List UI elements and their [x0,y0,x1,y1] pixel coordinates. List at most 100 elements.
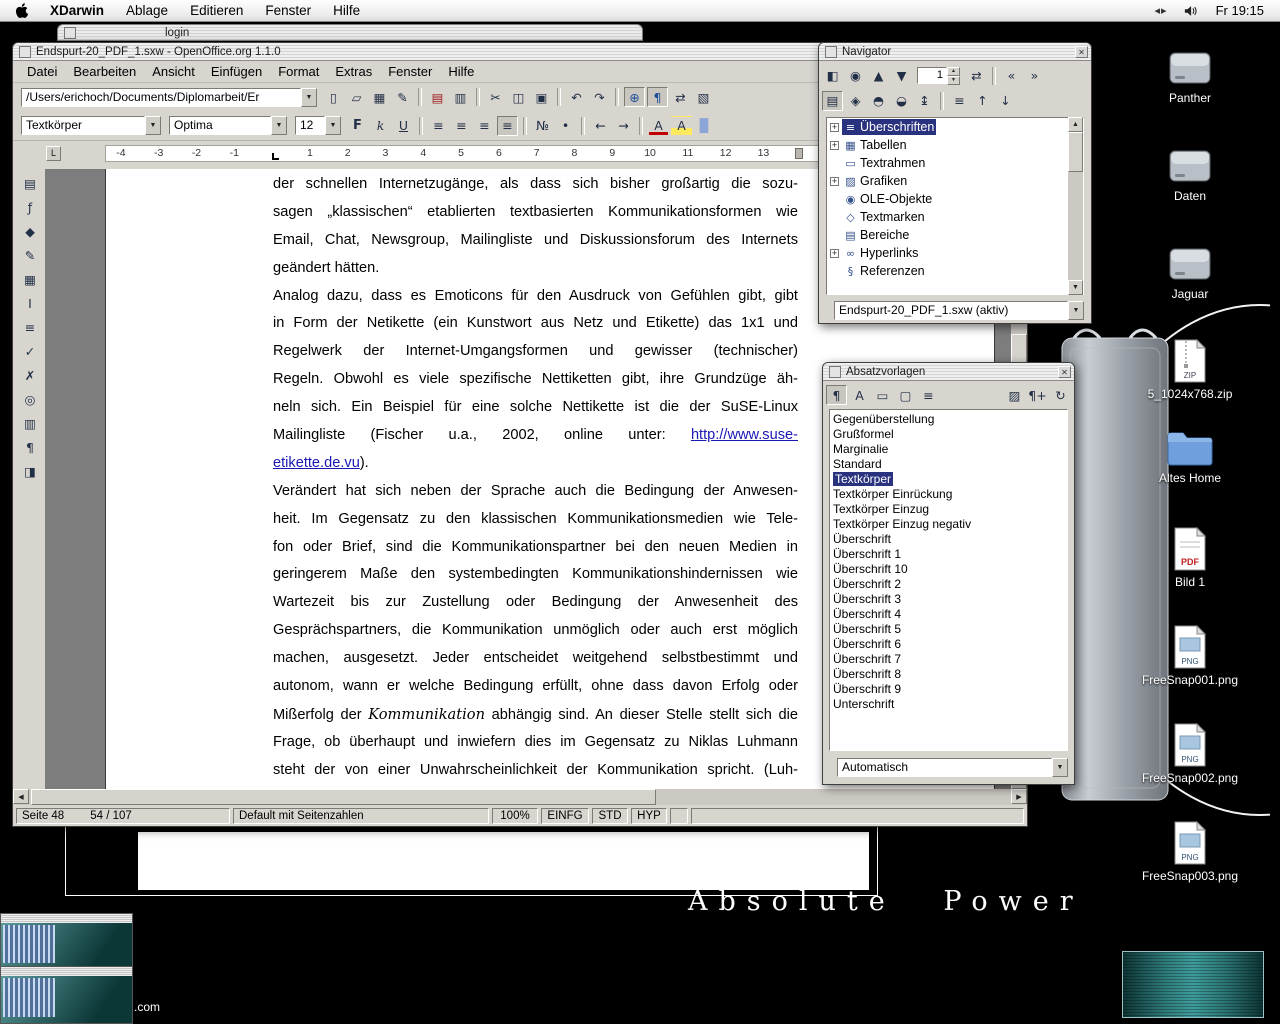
copy-icon[interactable]: ◫ [508,87,529,107]
insert-fields-icon[interactable]: ƒ [20,197,41,217]
footer-icon[interactable]: ◒ [891,91,912,111]
header-icon[interactable]: ◓ [868,91,889,111]
expander-icon[interactable] [830,249,839,258]
separator[interactable] [419,117,423,135]
font-size-dropdown-button[interactable]: ▼ [325,116,341,135]
move-down-icon[interactable]: ↓ [995,91,1016,111]
spellcheck-icon[interactable]: ✓ [20,341,41,361]
desktop-icon-jaguar[interactable]: Jaguar [1125,246,1255,301]
menu-item[interactable]: Fenster [265,3,311,18]
login-window-titlebar[interactable]: login [57,24,643,41]
align-right-icon[interactable]: ≡ [474,116,495,136]
paste-icon[interactable]: ▣ [531,87,552,107]
graphics-onoff-icon[interactable]: ◨ [20,461,41,481]
style-list-item[interactable]: Überschrift 3 [830,592,1067,607]
desktop-icon-panther[interactable]: Panther [1125,50,1255,105]
align-left-icon[interactable]: ≡ [428,116,449,136]
update-style-icon[interactable]: ↻ [1050,385,1071,405]
menu-item[interactable]: Editieren [190,3,243,18]
menu-item[interactable]: Datei [19,64,65,79]
horizontal-scrollbar[interactable]: ◀ ▶ [13,789,1027,805]
separator[interactable] [523,117,527,135]
status-insert-mode[interactable]: EINFG [541,808,589,824]
tree-item[interactable]: ▦ Tabellen [827,136,1083,154]
expander-icon[interactable] [830,177,839,186]
expander-icon[interactable] [830,123,839,132]
font-color-icon[interactable]: A [648,116,669,136]
style-list-item[interactable]: Überschrift 6 [830,637,1067,652]
spinner-down-icon[interactable]: ▼ [947,76,960,85]
menu-item[interactable]: Hilfe [440,64,482,79]
desktop-icon-daten[interactable]: Daten [1125,148,1255,203]
style-filter-dropdown-button[interactable]: ▼ [1052,758,1068,777]
menu-item[interactable]: Extras [327,64,380,79]
highlighting-icon[interactable]: A [671,116,692,136]
right-indent-marker[interactable] [795,148,803,159]
insert-objects-icon[interactable]: ◆ [20,221,41,241]
align-center-icon[interactable]: ≡ [451,116,472,136]
find-replace-icon[interactable]: ◎ [20,389,41,409]
menu-item[interactable]: XDarwin [50,3,104,18]
separator[interactable] [557,88,561,106]
style-list-item[interactable]: Standard [830,457,1067,472]
hyperlink[interactable]: http://www.suse- [691,427,798,443]
tree-item[interactable]: ∞ Hyperlinks [827,244,1083,262]
underline-icon[interactable]: U [393,116,414,136]
redo-icon[interactable]: ↷ [589,87,610,107]
close-icon[interactable] [1058,366,1071,378]
forward-icon[interactable]: ▼ [891,66,912,86]
back-icon[interactable]: ▲ [868,66,889,86]
volume-icon[interactable] [1184,4,1200,18]
paragraph-style-dropdown-button[interactable]: ▼ [145,116,161,135]
status-hyperlink-mode[interactable]: HYP [631,808,667,824]
hyperlink[interactable]: etikette.de.vu [273,455,360,471]
separator[interactable] [940,92,944,110]
style-list-item[interactable]: Überschrift 5 [830,622,1067,637]
style-list-item[interactable]: Gegenüberstellung [830,412,1067,427]
frame-styles-icon[interactable]: ▭ [872,385,893,405]
document-text[interactable]: der schnellen Internetzugänge, als dass … [273,171,798,789]
decrease-indent-icon[interactable]: ← [590,116,611,136]
status-selection-mode[interactable]: STD [592,808,628,824]
fill-format-icon[interactable]: ▨ [1004,385,1025,405]
style-list-item[interactable]: Marginalie [830,442,1067,457]
tree-scrollbar[interactable]: ▲ ▼ [1068,117,1083,295]
desktop-icon-freesnap003[interactable]: PNG FreeSnap003.png [1125,820,1255,883]
toggle-icon[interactable]: ◧ [822,66,843,86]
url-dropdown-button[interactable]: ▼ [301,88,317,107]
form-functions-icon[interactable]: ▦ [20,269,41,289]
style-list-item[interactable]: Überschrift 10 [830,562,1067,577]
horizontal-scroll-thumb[interactable] [31,789,656,805]
style-list-item[interactable]: Textkörper Einzug negativ [830,517,1067,532]
numbered-list-icon[interactable]: № [532,116,553,136]
separator[interactable] [615,88,619,106]
outline-level-icon[interactable]: ≡ [949,91,970,111]
style-list-item[interactable]: Überschrift 7 [830,652,1067,667]
list-styles-icon[interactable]: ≡ [918,385,939,405]
stylist-titlebar[interactable]: Absatzvorlagen [823,363,1074,381]
draw-functions-icon[interactable]: ✎ [20,245,41,265]
desktop-icon-altes-home[interactable]: Altes Home [1125,428,1255,485]
menu-item[interactable]: Bearbeiten [65,64,144,79]
style-list-item[interactable]: Unterschrift [830,697,1067,712]
background-window-1[interactable] [0,913,133,970]
style-list-item[interactable]: Textkörper [830,472,1067,487]
menu-item[interactable]: Hilfe [333,3,360,18]
promote-level-icon[interactable]: « [1001,66,1022,86]
separator[interactable] [992,67,996,85]
nonprinting-chars-icon[interactable]: ¶ [20,437,41,457]
print-icon[interactable]: ▥ [450,87,471,107]
menu-bar-clock[interactable]: Fr 19:15 [1216,3,1264,18]
tree-item[interactable]: ◉ OLE-Objekte [827,190,1083,208]
scroll-up-button[interactable]: ▲ [1068,117,1083,132]
font-name-field[interactable]: Optima [169,116,271,135]
status-page-style[interactable]: Default mit Seitenzahlen [233,808,489,824]
hyperlink-icon[interactable]: ⇄ [670,87,691,107]
spinner-up-icon[interactable]: ▲ [947,67,960,76]
autotext-icon[interactable]: ≡ [20,317,41,337]
font-name-dropdown-button[interactable]: ▼ [271,116,287,135]
menu-item[interactable]: Ansicht [144,64,203,79]
tree-item[interactable]: ▤ Bereiche [827,226,1083,244]
tree-item[interactable]: § Referenzen [827,262,1083,280]
tree-item[interactable]: ≡ Überschriften [827,118,1083,136]
